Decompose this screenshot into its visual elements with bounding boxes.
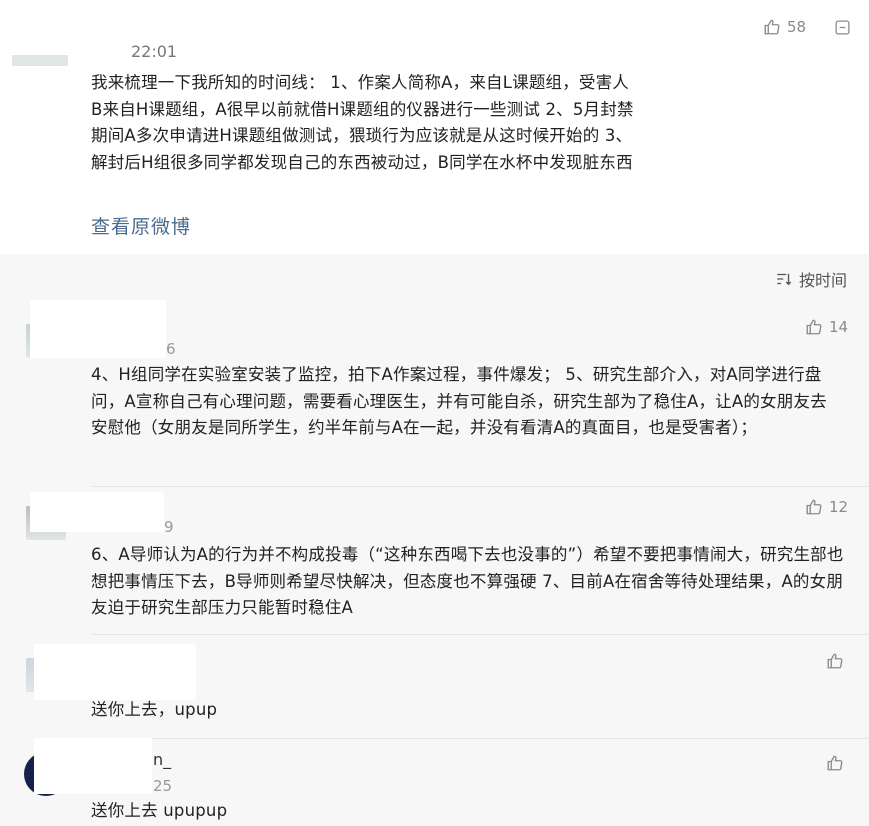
- thumbs-up-icon: [827, 653, 843, 669]
- reply-username: n_: [153, 750, 172, 769]
- redaction-mask: [34, 644, 196, 700]
- reply-item: n_ 25 送你上去 upupup: [0, 738, 869, 826]
- like-count: 58: [787, 18, 807, 36]
- avatar[interactable]: [12, 30, 68, 66]
- main-comment: 22:01 58 我来梳理一下我所知的时间线： 1、作案人简称A，来自L课题组，…: [0, 0, 869, 254]
- comment-time: 22:01: [131, 42, 178, 61]
- reply-item: 送你上去，upup: [0, 634, 869, 739]
- like-button[interactable]: [826, 754, 850, 772]
- thumbs-up-icon: [806, 499, 822, 515]
- like-count: 14: [829, 318, 849, 336]
- sort-icon: [777, 273, 792, 286]
- divider: [91, 486, 869, 487]
- reply-text: 送你上去 upupup: [91, 801, 228, 820]
- reply-text: 6、A导师认为A的行为并不构成投毒（“这种东西喝下去也没事的”）希望不要把事情闹…: [91, 545, 844, 618]
- redaction-mask: [30, 492, 164, 532]
- view-original-link[interactable]: 查看原微博: [91, 212, 191, 239]
- sort-button[interactable]: 按时间: [775, 267, 847, 291]
- like-button[interactable]: 58: [763, 18, 806, 36]
- redaction-mask: [34, 738, 152, 794]
- reply-meta: 9: [164, 518, 174, 536]
- reply-text: 送你上去，upup: [91, 700, 218, 719]
- reply-meta: 25: [153, 777, 173, 795]
- thumbs-up-icon: [764, 19, 780, 35]
- sort-label: 按时间: [799, 271, 848, 290]
- thumbs-up-icon: [827, 755, 843, 771]
- like-button[interactable]: 12: [805, 498, 848, 516]
- reply-item: 9 12 6、A导师认为A的行为并不构成投毒（“这种东西喝下去也没事的”）希望不…: [0, 488, 869, 635]
- reply-text: 4、H组同学在实验室安装了监控，拍下A作案过程，事件爆发； 5、研究生部介入，对…: [91, 365, 827, 438]
- like-count: 12: [829, 498, 849, 516]
- comment-text: 我来梳理一下我所知的时间线： 1、作案人简称A，来自L课题组，受害人B来自H课题…: [91, 73, 634, 172]
- reply-item: 6 14 4、H组同学在实验室安装了监控，拍下A作案过程，事件爆发； 5、研究生…: [0, 300, 869, 488]
- like-button[interactable]: [826, 652, 850, 670]
- like-button[interactable]: 14: [805, 318, 848, 336]
- thumbs-up-icon: [806, 319, 822, 335]
- more-icon[interactable]: [834, 19, 851, 36]
- reply-meta: 6: [166, 340, 176, 358]
- redaction-mask: [30, 300, 166, 358]
- replies-section: 按时间 6 14 4、H组同学在实验室安装了监控，拍下A作案过程，事件爆发； 5…: [0, 254, 869, 826]
